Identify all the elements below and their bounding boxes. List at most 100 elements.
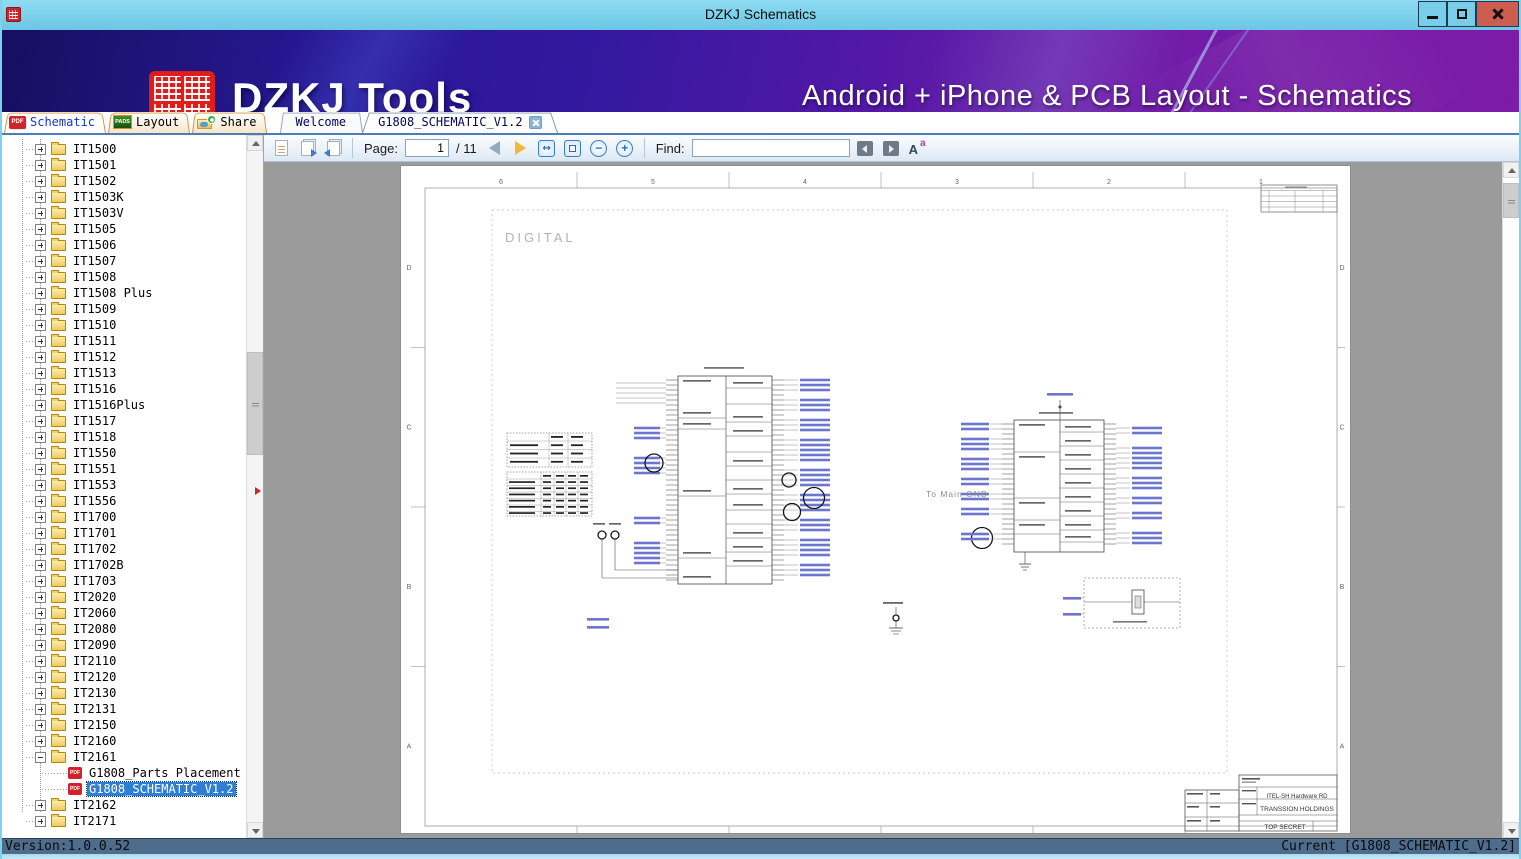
tree-item[interactable]: IT1702B	[2, 557, 246, 573]
tree-item[interactable]: IT2130	[2, 685, 246, 701]
expand-icon[interactable]	[35, 319, 46, 331]
minimize-button[interactable]	[1418, 1, 1447, 27]
expand-icon[interactable]	[35, 671, 46, 683]
tree-item[interactable]: IT2110	[2, 653, 246, 669]
expand-icon[interactable]	[35, 559, 46, 571]
close-tab-icon[interactable]	[528, 115, 542, 129]
viewer-scrollbar-thumb[interactable]	[1503, 183, 1519, 218]
expand-icon[interactable]	[35, 447, 46, 459]
tree-item[interactable]: IT1508 Plus	[2, 285, 246, 301]
expand-icon[interactable]	[35, 175, 46, 187]
tree-item[interactable]: IT1516	[2, 381, 246, 397]
tree-item[interactable]: IT1516Plus	[2, 397, 246, 413]
doc-tab-schematic-file[interactable]: G1808_SCHEMATIC_V1.2	[362, 111, 558, 133]
expand-icon[interactable]	[35, 463, 46, 475]
expand-icon[interactable]	[35, 591, 46, 603]
match-case-button[interactable]: Aa	[906, 137, 928, 159]
expand-icon[interactable]	[35, 159, 46, 171]
tree-item[interactable]: IT2080	[2, 621, 246, 637]
tree-item[interactable]: IT1511	[2, 333, 246, 349]
expand-icon[interactable]	[35, 191, 46, 203]
expand-icon[interactable]	[35, 143, 46, 155]
expand-icon[interactable]	[35, 735, 46, 747]
tree-item[interactable]: IT1510	[2, 317, 246, 333]
tree-item[interactable]: IT1556	[2, 493, 246, 509]
tree-item[interactable]: IT1503K	[2, 189, 246, 205]
tree-item[interactable]: IT2171	[2, 813, 246, 829]
expand-icon[interactable]	[35, 815, 46, 827]
expand-icon[interactable]	[35, 575, 46, 587]
viewer-scrollbar[interactable]	[1502, 162, 1519, 838]
expand-icon[interactable]	[35, 351, 46, 363]
tree-item[interactable]: IT1508	[2, 269, 246, 285]
tree-item[interactable]: IT2120	[2, 669, 246, 685]
expand-icon[interactable]	[35, 703, 46, 715]
find-input[interactable]	[691, 139, 850, 157]
expand-icon[interactable]	[35, 367, 46, 379]
scroll-down-icon[interactable]	[247, 822, 263, 838]
expand-icon[interactable]	[35, 271, 46, 283]
tree-item[interactable]: IT1702	[2, 541, 246, 557]
expand-icon[interactable]	[35, 719, 46, 731]
tree-item[interactable]: PDF G1808_SCHEMATIC_V1.2	[2, 781, 246, 797]
scroll-down-icon[interactable]	[1503, 822, 1519, 838]
expand-icon[interactable]	[35, 495, 46, 507]
expand-icon[interactable]	[35, 527, 46, 539]
tree-scrollbar-thumb[interactable]	[247, 352, 263, 455]
previous-page-button[interactable]	[484, 137, 506, 159]
tree-item[interactable]: IT1505	[2, 221, 246, 237]
expand-icon[interactable]	[35, 383, 46, 395]
tree-item[interactable]: IT1501	[2, 157, 246, 173]
expand-icon[interactable]	[35, 335, 46, 347]
expand-icon[interactable]	[35, 431, 46, 443]
zoom-out-button[interactable]: −	[588, 137, 610, 159]
expand-icon[interactable]	[35, 239, 46, 251]
schematic-page[interactable]: 654321DDCCBBAA DIGITAL To Main GND ITEL-…	[400, 165, 1351, 834]
tree-item[interactable]: IT1500	[2, 141, 246, 157]
tree-item[interactable]: IT2090	[2, 637, 246, 653]
tree-item[interactable]: IT1553	[2, 477, 246, 493]
page-number-input[interactable]	[404, 139, 449, 157]
rotate-left-button[interactable]	[322, 137, 344, 159]
scroll-up-icon[interactable]	[247, 135, 263, 151]
expand-icon[interactable]	[35, 639, 46, 651]
close-button[interactable]	[1476, 1, 1519, 27]
expand-icon[interactable]	[35, 223, 46, 235]
next-page-button[interactable]	[510, 137, 532, 159]
tab-schematic[interactable]: PDF Schematic	[4, 111, 106, 133]
maximize-button[interactable]	[1447, 1, 1476, 27]
tree-item[interactable]: IT1502	[2, 173, 246, 189]
tree-item[interactable]: IT1551	[2, 461, 246, 477]
tree-item[interactable]: PDF G1808_Parts Placement	[2, 765, 246, 781]
expand-icon[interactable]	[35, 303, 46, 315]
expand-icon[interactable]	[35, 287, 46, 299]
tree-item[interactable]: IT1550	[2, 445, 246, 461]
expand-icon[interactable]	[35, 607, 46, 619]
tree-item[interactable]: IT1700	[2, 509, 246, 525]
tree-item[interactable]: IT1703	[2, 573, 246, 589]
tree-item[interactable]: IT1503V	[2, 205, 246, 221]
tree-item[interactable]: IT1518	[2, 429, 246, 445]
expand-icon[interactable]	[35, 687, 46, 699]
doc-tab-welcome[interactable]: Welcome	[280, 111, 363, 133]
pdf-viewer-canvas[interactable]: 654321DDCCBBAA DIGITAL To Main GND ITEL-…	[264, 162, 1519, 838]
splitter-collapse-icon[interactable]	[255, 487, 261, 495]
tree-item[interactable]: IT1513	[2, 365, 246, 381]
scroll-up-icon[interactable]	[1503, 162, 1519, 178]
tree-item[interactable]: IT1517	[2, 413, 246, 429]
expand-icon[interactable]	[35, 415, 46, 427]
tab-share[interactable]: Share	[192, 111, 267, 133]
expand-icon[interactable]	[35, 255, 46, 267]
tree-item[interactable]: IT2161	[2, 749, 246, 765]
tree-item[interactable]: IT2020	[2, 589, 246, 605]
collapse-icon[interactable]	[35, 751, 46, 763]
expand-icon[interactable]	[35, 511, 46, 523]
tree-item[interactable]: IT1507	[2, 253, 246, 269]
expand-icon[interactable]	[35, 479, 46, 491]
tab-layout[interactable]: PADS Layout	[108, 111, 190, 133]
expand-icon[interactable]	[35, 207, 46, 219]
fit-page-button[interactable]	[562, 137, 584, 159]
expand-icon[interactable]	[35, 543, 46, 555]
find-next-button[interactable]	[880, 137, 902, 159]
single-page-button[interactable]	[270, 137, 292, 159]
